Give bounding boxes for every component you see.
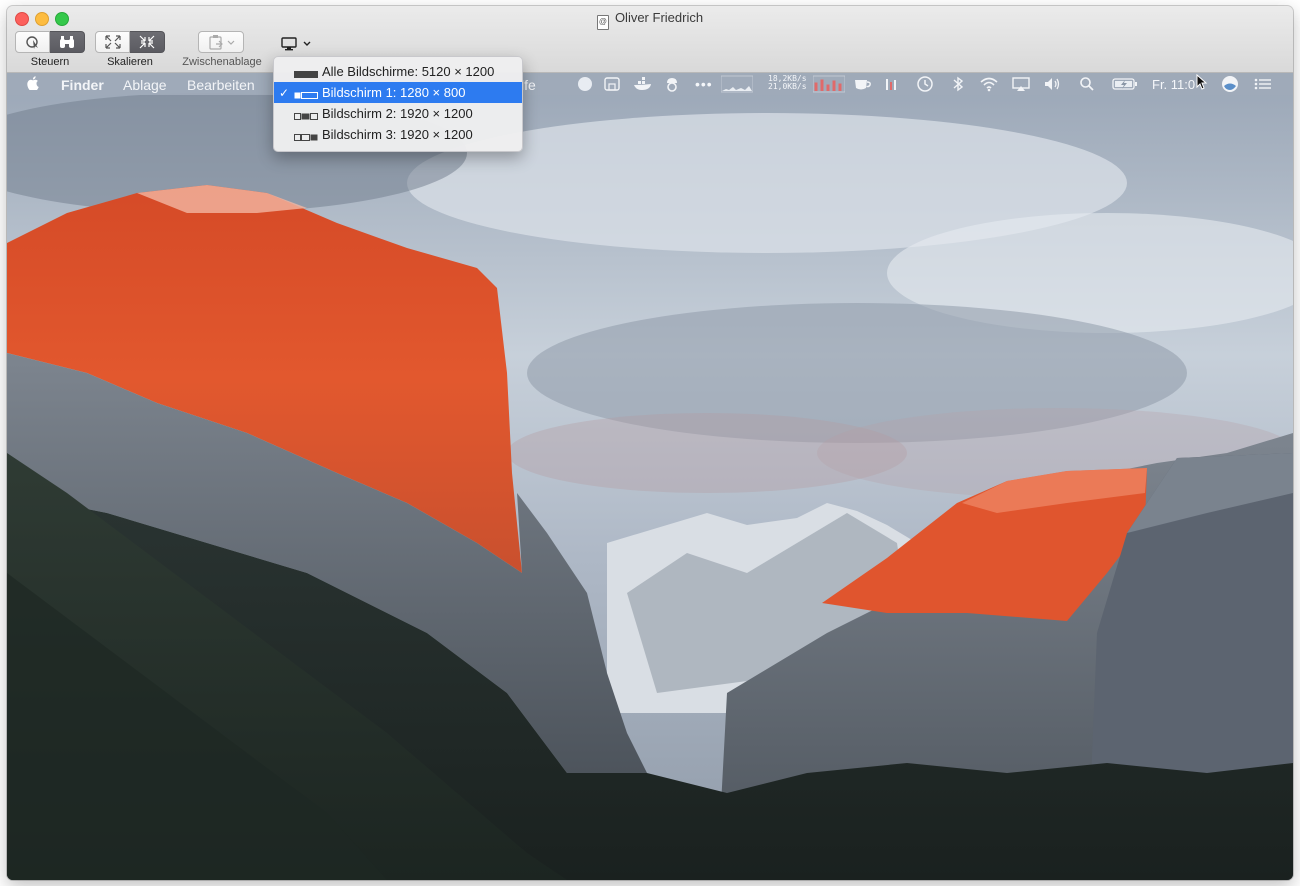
mouse-cursor-icon: [1196, 73, 1208, 95]
battery-icon[interactable]: [1112, 75, 1138, 93]
menubar-clock[interactable]: Fr. 11:0: [1152, 75, 1195, 93]
more-icon[interactable]: •••: [695, 75, 713, 93]
display-select-button[interactable]: [275, 34, 321, 54]
monitor-icon: [281, 37, 311, 51]
display-1-icon: [294, 88, 318, 103]
menu-bearbeiten[interactable]: Bearbeiten: [187, 77, 255, 93]
user-avatar-icon[interactable]: [1221, 75, 1239, 93]
display-option-label: Bildschirm 3: 1920 × 1200: [322, 127, 473, 142]
connection-doc-icon: @: [596, 15, 609, 30]
all-displays-icon: [294, 67, 318, 82]
display-select-menu: Alle Bildschirme: 5120 × 1200 ✓ Bildschi…: [273, 56, 523, 152]
menu-finder[interactable]: Finder: [61, 77, 104, 93]
shrink-arrows-icon: [139, 35, 155, 49]
clipboard-label: Zwischenablage: [182, 56, 262, 68]
network-down: 21,0KB/s: [768, 82, 807, 91]
airplay-icon[interactable]: [1011, 75, 1031, 93]
notification-center-icon[interactable]: [1253, 75, 1273, 93]
display-option-label: Alle Bildschirme: 5120 × 1200: [322, 64, 495, 79]
remote-menu-bar: Finder Ablage Bearbeiten lfe ••• 18,2KB/…: [7, 73, 1293, 95]
display-option-label: Bildschirm 2: 1920 × 1200: [322, 106, 473, 121]
network-speed[interactable]: 18,2KB/s 21,0KB/s: [768, 75, 807, 93]
control-mode-button[interactable]: [15, 31, 50, 53]
display-option-screen-2[interactable]: Bildschirm 2: 1920 × 1200: [274, 103, 522, 124]
display-option-screen-1[interactable]: ✓ Bildschirm 1: 1280 × 800: [274, 82, 522, 103]
remote-screen[interactable]: Finder Ablage Bearbeiten lfe ••• 18,2KB/…: [7, 73, 1293, 880]
menu-ablage[interactable]: Ablage: [123, 77, 167, 93]
display-option-all[interactable]: Alle Bildschirme: 5120 × 1200: [274, 61, 522, 82]
display-option-screen-3[interactable]: Bildschirm 3: 1920 × 1200: [274, 124, 522, 145]
cpu-graph-icon[interactable]: [721, 75, 753, 93]
desktop-wallpaper: [7, 73, 1293, 880]
display-option-label: Bildschirm 1: 1280 × 800: [322, 85, 466, 100]
volume-icon[interactable]: [1043, 75, 1063, 93]
display-3-icon: [294, 130, 318, 145]
coffee-icon[interactable]: [853, 75, 873, 93]
window-title-area: @ Oliver Friedrich: [7, 10, 1293, 30]
time-machine-icon[interactable]: [916, 75, 934, 93]
checkmark-icon: ✓: [279, 85, 290, 100]
docker-icon[interactable]: [633, 75, 653, 93]
scale-off-button[interactable]: [95, 31, 130, 53]
clipboard-button[interactable]: [198, 31, 244, 53]
scale-on-button[interactable]: [130, 31, 165, 53]
scale-label: Skalieren: [107, 56, 153, 68]
spotlight-search-icon[interactable]: [1079, 75, 1095, 93]
apple-menu-icon[interactable]: [27, 76, 39, 93]
status-icon-record[interactable]: [577, 75, 593, 93]
clipboard-group: [198, 31, 244, 53]
wifi-icon[interactable]: [979, 75, 999, 93]
binoculars-icon: [60, 36, 74, 48]
menu-hilfe-partial[interactable]: lfe: [521, 77, 536, 93]
scale-toggle-group: [95, 31, 165, 53]
cloud-status-icon[interactable]: [663, 75, 681, 93]
observe-mode-button[interactable]: [50, 31, 85, 53]
window-title: Oliver Friedrich: [614, 10, 704, 25]
control-toggle-group: [15, 31, 85, 53]
title-bar: @ Oliver Friedrich Steuern Skalieren Zwi…: [7, 6, 1293, 73]
network-graph-icon[interactable]: [813, 75, 845, 93]
memory-bars-icon[interactable]: [883, 75, 899, 93]
status-icon-window[interactable]: [603, 75, 621, 93]
bluetooth-icon[interactable]: [951, 75, 965, 93]
control-label: Steuern: [30, 56, 70, 68]
clipboard-icon: [209, 35, 235, 50]
remote-desktop-window: @ Oliver Friedrich Steuern Skalieren Zwi…: [7, 6, 1293, 880]
expand-arrows-icon: [104, 35, 121, 49]
display-2-icon: [294, 109, 318, 124]
pointer-hand-icon: [25, 36, 38, 49]
